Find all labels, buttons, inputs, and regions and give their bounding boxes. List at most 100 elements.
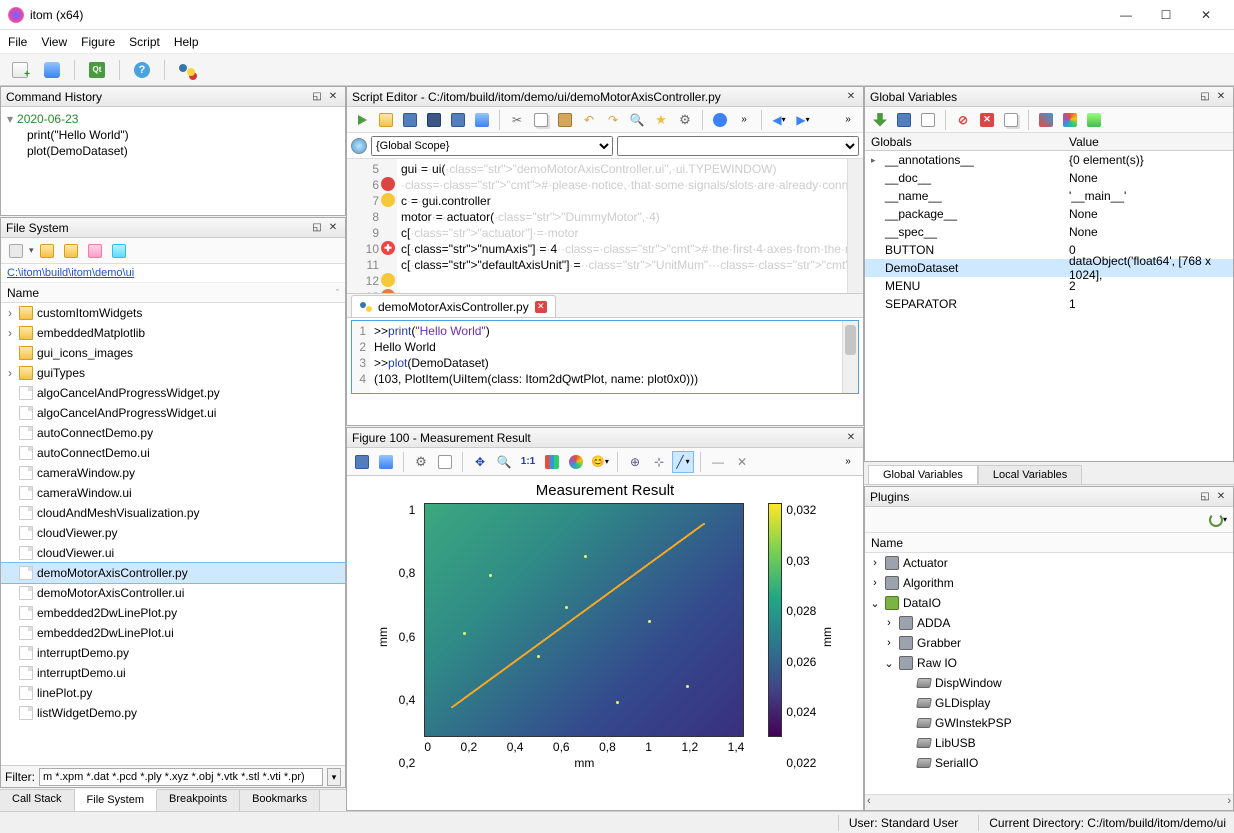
fig-zoom-button[interactable]: 🔍 — [493, 451, 515, 473]
fs-row[interactable]: cameraWindow.py — [1, 463, 345, 483]
plugin-row[interactable]: DispWindow — [865, 673, 1233, 693]
plugin-row[interactable]: › ADDA — [865, 613, 1233, 633]
fig-print-button[interactable] — [375, 451, 397, 473]
member-select[interactable] — [617, 136, 859, 156]
close-button[interactable]: ✕ — [1186, 1, 1226, 29]
fs-row[interactable]: cloudAndMeshVisualization.py — [1, 503, 345, 523]
nav-fwd-button[interactable]: ▶▾ — [792, 109, 814, 131]
refresh-plugins-button[interactable]: ▾ — [1207, 509, 1229, 531]
fig-remove-button[interactable]: — — [707, 451, 729, 473]
expand-icon[interactable]: › — [883, 637, 895, 649]
plugin-row[interactable]: SerialIO — [865, 753, 1233, 773]
plugin-row[interactable]: GLDisplay — [865, 693, 1233, 713]
up-folder-button[interactable] — [60, 240, 82, 262]
copy-button[interactable] — [530, 109, 552, 131]
plugin-row[interactable]: LibUSB — [865, 733, 1233, 753]
file-system-list[interactable]: › customItomWidgets› embeddedMatplotlib … — [1, 303, 345, 765]
menu-help[interactable]: Help — [174, 35, 199, 49]
command-history-line[interactable]: plot(DemoDataset) — [27, 143, 339, 159]
open-button[interactable] — [375, 109, 397, 131]
dock-button[interactable]: ◱ — [310, 90, 324, 104]
import-button[interactable] — [869, 109, 891, 131]
expand-icon[interactable] — [871, 155, 881, 166]
fs-row[interactable]: › embeddedMatplotlib — [1, 323, 345, 343]
panel-close-button[interactable]: ✕ — [326, 221, 340, 235]
editor-body[interactable]: 56789✚10111213 gui·=·ui(·class="str">"de… — [347, 159, 863, 294]
globals-header-name[interactable]: Globals — [865, 135, 1065, 149]
fs-row[interactable]: autoConnectDemo.py — [1, 423, 345, 443]
fig-settings-button[interactable]: ⚙ — [410, 451, 432, 473]
fs-row[interactable]: linePlot.py — [1, 683, 345, 703]
fs-row[interactable]: demoMotorAxisController.py — [1, 563, 345, 583]
fs-row[interactable]: › customItomWidgets — [1, 303, 345, 323]
expand-icon[interactable]: › — [5, 366, 15, 380]
globals-row[interactable]: __name__'__main__' — [865, 187, 1233, 205]
maximize-button[interactable]: ☐ — [1146, 1, 1186, 29]
fig-chart-button[interactable] — [541, 451, 563, 473]
scope-select[interactable]: {Global Scope} — [371, 136, 613, 156]
new-file-button[interactable] — [6, 57, 34, 83]
help-button[interactable]: ? — [128, 57, 156, 83]
python-button[interactable] — [173, 57, 201, 83]
fig-save-button[interactable] — [351, 451, 373, 473]
print-button[interactable] — [38, 57, 66, 83]
filter-dropdown-button[interactable]: ▾ — [327, 768, 341, 786]
tab-call-stack[interactable]: Call Stack — [0, 790, 75, 811]
dock-button[interactable]: ◱ — [1198, 490, 1212, 504]
nav-back-button[interactable]: ◀▾ — [768, 109, 790, 131]
fs-row[interactable]: autoConnectDemo.ui — [1, 443, 345, 463]
bookmark-button[interactable]: ★ — [650, 109, 672, 131]
file-system-path[interactable]: C:\itom\build\itom\demo\ui — [1, 264, 345, 283]
globals-row[interactable]: __doc__None — [865, 169, 1233, 187]
tab-close-button[interactable]: ✕ — [535, 301, 547, 313]
fs-row[interactable]: cameraWindow.ui — [1, 483, 345, 503]
file-system-name-header[interactable]: Name — [7, 286, 39, 300]
command-history-line[interactable]: print("Hello World") — [27, 127, 339, 143]
editor-vscrollbar[interactable] — [847, 159, 863, 293]
expand-icon[interactable]: › — [869, 557, 881, 569]
expand-icon[interactable]: › — [5, 306, 15, 320]
expand-icon[interactable]: › — [5, 326, 15, 340]
paste-button[interactable] — [554, 109, 576, 131]
tab-file-system[interactable]: File System — [75, 789, 157, 811]
run-button[interactable] — [351, 109, 373, 131]
fig-delete-button[interactable]: ✕ — [731, 451, 753, 473]
menu-script[interactable]: Script — [129, 35, 160, 49]
fig-pick-button[interactable]: ⊹ — [648, 451, 670, 473]
globals-row[interactable]: __annotations__{0 element(s)} — [865, 151, 1233, 169]
plugin-row[interactable]: ⌄ Raw IO — [865, 653, 1233, 673]
plugins-hscrollbar[interactable] — [865, 794, 1233, 810]
fs-row[interactable]: gui_icons_images — [1, 343, 345, 363]
overflow-button[interactable]: » — [837, 109, 859, 131]
menu-file[interactable]: File — [8, 35, 27, 49]
drive-button[interactable] — [5, 240, 27, 262]
clear-button[interactable]: ✕ — [976, 109, 998, 131]
expand-icon[interactable]: › — [869, 577, 881, 589]
fig-crosshair-button[interactable]: ⊕ — [624, 451, 646, 473]
print-script-button[interactable] — [471, 109, 493, 131]
fig-move-button[interactable]: ✥ — [469, 451, 491, 473]
save-as-button[interactable] — [423, 109, 445, 131]
command-history-body[interactable]: 2020-06-23 print("Hello World") plot(Dem… — [1, 107, 345, 215]
fs-row[interactable]: algoCancelAndProgressWidget.py — [1, 383, 345, 403]
plugin-row[interactable]: ⌄ DataIO — [865, 593, 1233, 613]
fig-11-button[interactable]: 1:1 — [517, 451, 539, 473]
toolbar-dropdown-icon[interactable]: ▾ — [29, 245, 34, 256]
menu-view[interactable]: View — [41, 35, 67, 49]
sort-indicator-icon[interactable]: ˆ — [336, 288, 339, 298]
tab-local-variables[interactable]: Local Variables — [978, 465, 1082, 484]
settings-button[interactable]: ⚙ — [674, 109, 696, 131]
expand-icon[interactable]: › — [883, 617, 895, 629]
save-all-button[interactable] — [447, 109, 469, 131]
menu-figure[interactable]: Figure — [81, 35, 115, 49]
save-button[interactable] — [399, 109, 421, 131]
tab-bookmarks[interactable]: Bookmarks — [240, 790, 320, 811]
overflow-button[interactable]: » — [837, 451, 859, 473]
dock-button[interactable]: ◱ — [1198, 90, 1212, 104]
fig-line-button[interactable]: ╱▾ — [672, 451, 694, 473]
tab-global-variables[interactable]: Global Variables — [868, 465, 978, 484]
fs-row[interactable]: interruptDemo.py — [1, 643, 345, 663]
panel-close-button[interactable]: ✕ — [326, 90, 340, 104]
plot1d-button[interactable] — [1035, 109, 1057, 131]
console-vscrollbar[interactable] — [842, 321, 858, 393]
